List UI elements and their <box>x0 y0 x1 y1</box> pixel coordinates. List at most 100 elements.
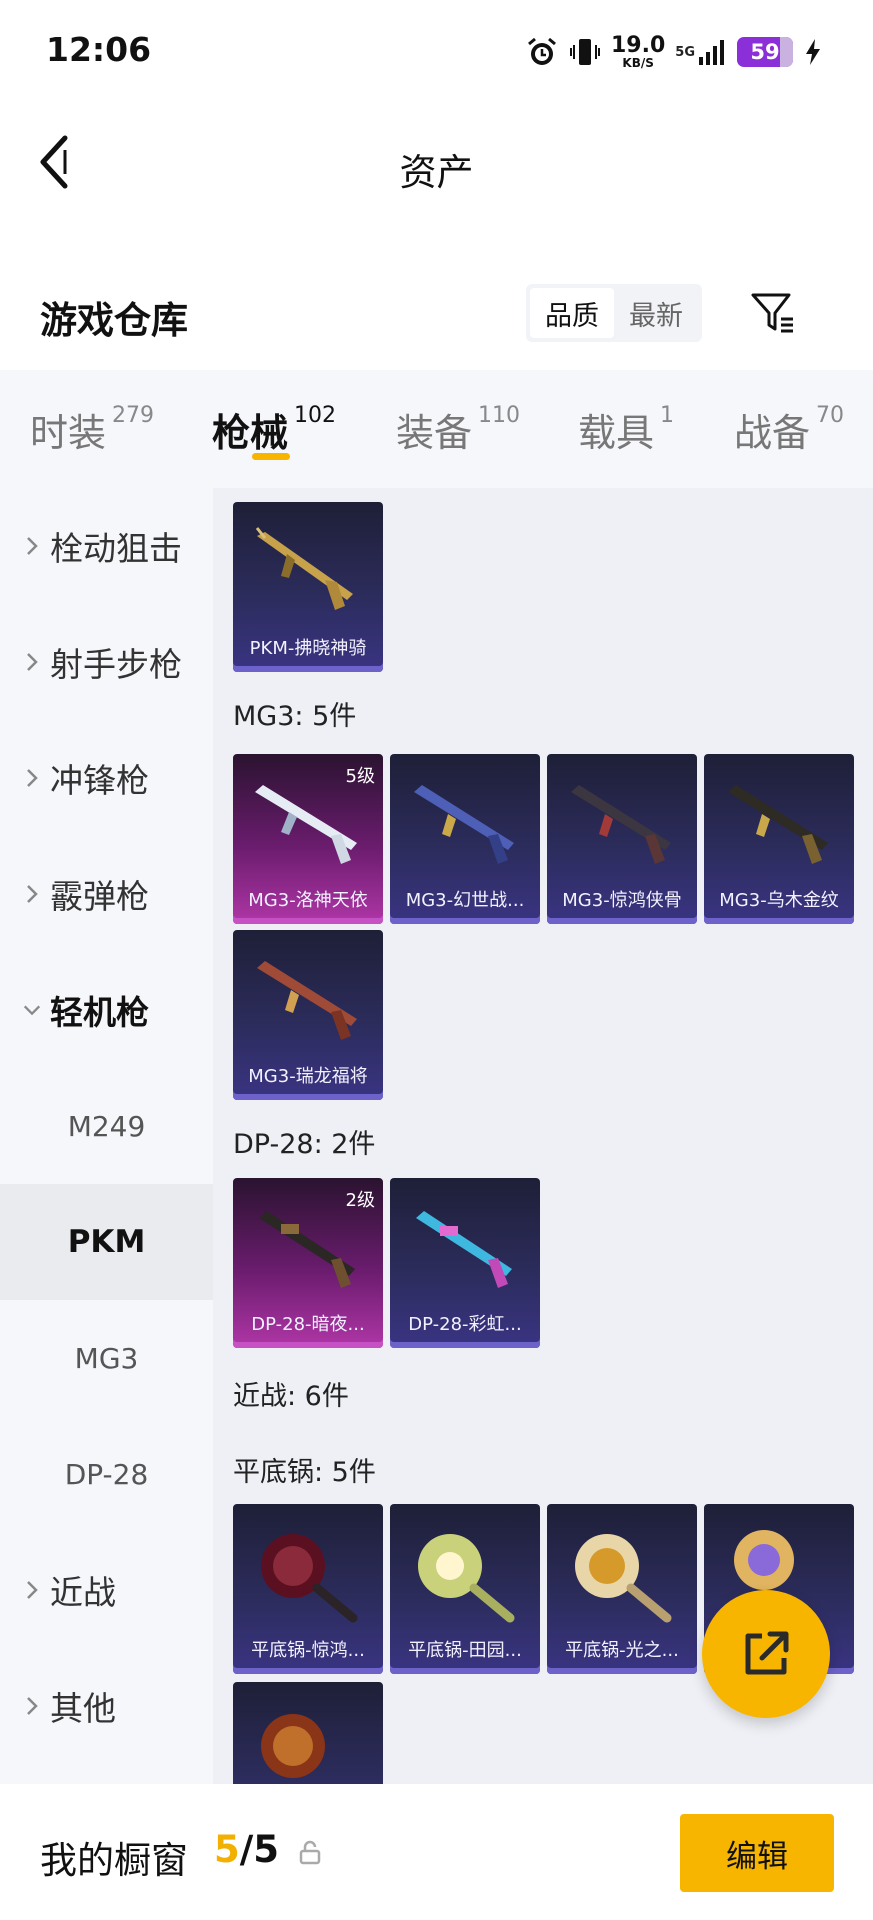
lmg-gun-image <box>571 785 671 864</box>
item-card-dp28-2[interactable]: DP-28-彩虹... <box>390 1178 540 1348</box>
app-root: 12:06 19.0 KB/S 5G 59 资产 游戏仓库 品质 最新 时装 2… <box>0 0 873 1920</box>
lmg-gun-image <box>414 785 514 864</box>
group-label-mg3: MG3: 5件 <box>233 701 357 732</box>
item-card-mg3-1[interactable]: 5级 MG3-洛神天依 <box>233 754 383 924</box>
sidebar-item-lmg[interactable]: 轻机枪 <box>0 952 213 1068</box>
chevron-right-icon <box>22 1579 42 1601</box>
lmg-gun-image <box>255 527 353 610</box>
sidebar-item-label: 其他 <box>50 1689 116 1728</box>
frying-pan-image <box>261 1534 358 1623</box>
item-name: MG3-幻世战... <box>405 890 525 911</box>
sidebar-item-other[interactable]: 其他 <box>0 1648 213 1764</box>
sidebar-sub-m249[interactable]: M249 <box>0 1068 213 1184</box>
lmg-gun-image <box>259 1211 355 1288</box>
warehouse-title: 游戏仓库 <box>40 299 188 342</box>
vibrate-icon <box>569 35 601 69</box>
showcase-current: 5 <box>214 1828 240 1871</box>
top-bar: 资产 <box>0 104 873 224</box>
item-card-pan-3[interactable]: 平底锅-光之... <box>547 1504 697 1674</box>
network-type: 5G <box>675 44 695 60</box>
item-name: DP-28-暗夜... <box>251 1314 365 1335</box>
lmg-gun-image <box>255 785 357 864</box>
frying-pan-image <box>261 1714 325 1778</box>
sidebar-item-label: 射手步枪 <box>50 645 182 684</box>
battery-icon: 59 <box>737 37 793 67</box>
sidebar-item-marksman[interactable]: 射手步枪 <box>0 604 213 720</box>
tab-fashion[interactable]: 时装 279 <box>30 370 154 488</box>
sidebar-item-melee[interactable]: 近战 <box>0 1532 213 1648</box>
category-sidebar: 栓动狙击 射手步枪 冲锋枪 霰弹枪 轻机枪 M249 PKM MG3 DP-28… <box>0 488 213 1784</box>
charging-icon <box>803 37 823 67</box>
tab-supplies[interactable]: 战备 70 <box>734 370 844 488</box>
tab-equipment[interactable]: 装备 110 <box>396 370 520 488</box>
sidebar-item-label: 霰弹枪 <box>50 877 149 916</box>
showcase-label: 我的橱窗 <box>40 1839 188 1882</box>
sidebar-sub-dp28[interactable]: DP-28 <box>0 1416 213 1532</box>
item-card-mg3-5[interactable]: MG3-瑞龙福将 <box>233 930 383 1100</box>
item-name: MG3-乌木金纹 <box>719 890 839 911</box>
lmg-gun-image <box>416 1211 512 1288</box>
tab-label: 时装 <box>30 410 107 455</box>
tab-label: 载具 <box>578 410 655 455</box>
sidebar-item-bolt-sniper[interactable]: 栓动狙击 <box>0 488 213 604</box>
chevron-down-icon <box>22 1003 42 1017</box>
net-speed-unit: KB/S <box>622 56 654 70</box>
status-bar: 12:06 19.0 KB/S 5G 59 <box>0 0 873 104</box>
item-card-mg3-3[interactable]: MG3-惊鸿侠骨 <box>547 754 697 924</box>
sidebar-item-label: 冲锋枪 <box>50 761 149 800</box>
chevron-right-icon <box>22 651 42 673</box>
tab-count: 1 <box>660 402 675 428</box>
tab-label: 战备 <box>734 410 811 455</box>
signal-icon: 5G <box>675 37 727 67</box>
tab-guns[interactable]: 枪械 102 <box>212 370 336 488</box>
item-card-pkm[interactable]: PKM-拂晓神骑 <box>233 502 383 672</box>
tab-label: 装备 <box>396 410 473 455</box>
sidebar-item-shotgun[interactable]: 霰弹枪 <box>0 836 213 952</box>
page-title: 资产 <box>399 151 474 194</box>
item-card-pan-2[interactable]: 平底锅-田园... <box>390 1504 540 1674</box>
filter-button[interactable] <box>744 284 802 342</box>
item-card-mg3-4[interactable]: MG3-乌木金纹 <box>704 754 854 924</box>
net-speed: 19.0 KB/S <box>611 33 666 70</box>
battery-level: 59 <box>750 40 780 64</box>
share-fab-button[interactable] <box>702 1590 830 1718</box>
sidebar-sub-pkm[interactable]: PKM <box>0 1184 213 1300</box>
showcase-count: 5/5 <box>214 1828 279 1871</box>
item-name: 平底锅-光之... <box>565 1640 679 1661</box>
group-label-pan: 平底锅: 5件 <box>233 1457 376 1488</box>
sidebar-sub-mg3[interactable]: MG3 <box>0 1300 213 1416</box>
item-card-pan-1[interactable]: 平底锅-惊鸿... <box>233 1504 383 1674</box>
lmg-gun-image <box>728 785 828 864</box>
sidebar-item-smg[interactable]: 冲锋枪 <box>0 720 213 836</box>
filter-icon <box>751 293 793 333</box>
edit-button[interactable]: 编辑 <box>680 1814 834 1892</box>
category-tabs: 时装 279 枪械 102 装备 110 载具 1 战备 70 <box>0 370 873 488</box>
group-label-melee: 近战: 6件 <box>233 1381 349 1412</box>
tab-vehicles[interactable]: 载具 1 <box>578 370 674 488</box>
sidebar-item-label: 轻机枪 <box>50 993 149 1032</box>
sidebar-item-label: 栓动狙击 <box>50 529 182 568</box>
tab-count: 102 <box>294 402 337 428</box>
frying-pan-image <box>575 1534 672 1623</box>
item-card-dp28-1[interactable]: 2级 DP-28-暗夜... <box>233 1178 383 1348</box>
tab-count: 110 <box>478 402 521 428</box>
item-name: 平底锅-田园... <box>408 1640 522 1661</box>
net-speed-value: 19.0 <box>611 33 666 58</box>
item-card-pan-5[interactable] <box>233 1682 383 1784</box>
showcase-bar: 我的橱窗 5/5 编辑 <box>0 1784 873 1920</box>
tab-active-indicator <box>252 453 290 460</box>
sort-toggle: 品质 最新 <box>526 284 702 342</box>
warehouse-header: 游戏仓库 品质 最新 <box>0 270 873 370</box>
lock-icon <box>296 1838 324 1870</box>
sort-quality-button[interactable]: 品质 <box>530 288 614 338</box>
item-name: MG3-瑞龙福将 <box>248 1066 368 1087</box>
sidebar-item-label: 近战 <box>50 1573 116 1612</box>
item-name: 平底锅-惊鸿... <box>251 1640 365 1661</box>
chevron-right-icon <box>22 767 42 789</box>
status-time: 12:06 <box>46 30 152 69</box>
item-name: PKM-拂晓神骑 <box>249 638 367 659</box>
sort-latest-button[interactable]: 最新 <box>614 288 698 338</box>
group-label-dp28: DP-28: 2件 <box>233 1129 376 1160</box>
frying-pan-image <box>418 1534 515 1623</box>
item-card-mg3-2[interactable]: MG3-幻世战... <box>390 754 540 924</box>
